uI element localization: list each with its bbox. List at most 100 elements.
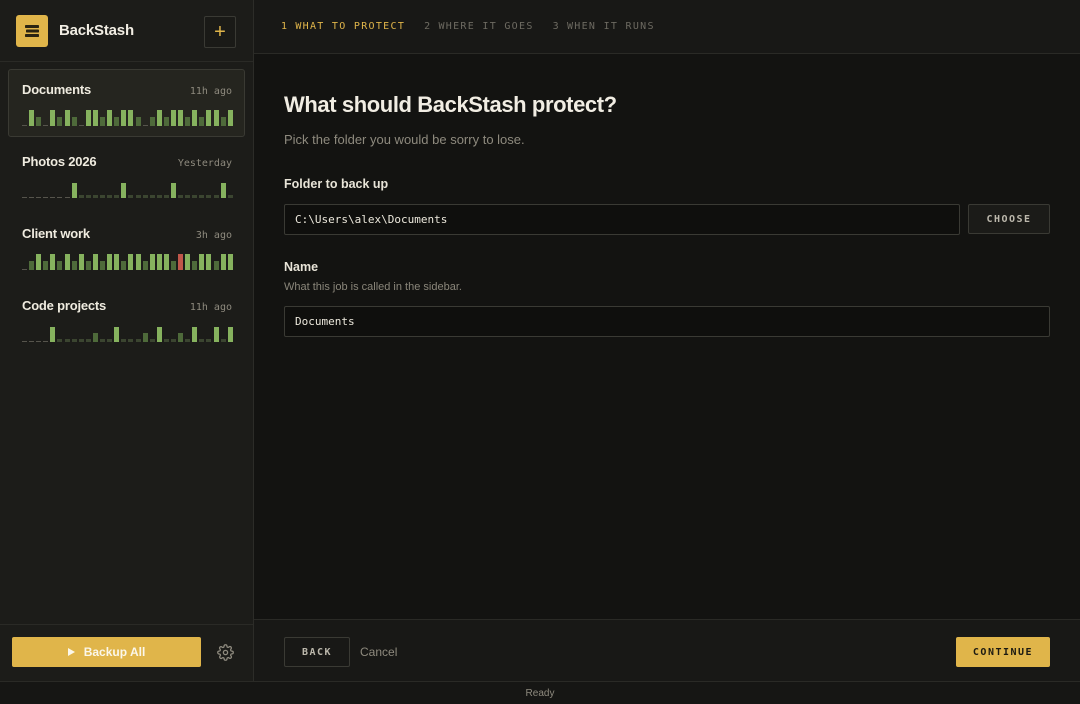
history-bar — [100, 261, 106, 270]
app-window: BackStash + Documents 11h ago Photos 202… — [0, 0, 1080, 681]
job-list: Documents 11h ago Photos 2026 Yesterday … — [8, 69, 245, 357]
folder-label: Folder to back up — [284, 177, 389, 191]
sidebar-header: BackStash + — [0, 0, 253, 62]
cancel-link[interactable]: Cancel — [360, 645, 397, 659]
history-bar — [92, 254, 98, 270]
step-number: 3 — [552, 21, 560, 32]
step-label: WHEN IT RUNS — [566, 21, 655, 32]
history-bar — [85, 110, 91, 126]
step-what-to-protect[interactable]: 1 WHAT TO PROTECT — [281, 21, 405, 32]
job-item-client-work[interactable]: Client work 3h ago — [8, 213, 245, 281]
history-bar — [156, 195, 162, 198]
history-bar — [71, 261, 77, 270]
history-bar — [57, 197, 63, 198]
history-bar — [206, 195, 212, 198]
step-where-it-goes[interactable]: 2 WHERE IT GOES — [424, 21, 534, 32]
history-bar — [78, 195, 84, 198]
history-bar — [227, 254, 233, 270]
step-number: 1 — [281, 21, 289, 32]
history-bar — [107, 110, 113, 126]
history-bar — [114, 195, 120, 198]
history-bar — [71, 117, 77, 126]
sidebar: BackStash + Documents 11h ago Photos 202… — [0, 0, 254, 681]
history-bar — [29, 341, 35, 342]
history-bar — [128, 254, 134, 270]
app-logo-icon — [16, 14, 48, 47]
history-bar — [170, 261, 176, 270]
history-bar — [85, 195, 91, 198]
history-bar — [78, 339, 84, 342]
history-bar — [199, 339, 205, 342]
history-bar — [199, 254, 205, 270]
history-bar — [107, 339, 113, 342]
history-bar — [185, 339, 191, 342]
history-bar — [29, 110, 35, 126]
history-bar — [29, 261, 35, 270]
status-bar: Ready — [0, 681, 1080, 704]
history-bar — [178, 195, 184, 198]
history-bar — [121, 183, 127, 198]
history-bar — [192, 261, 198, 270]
history-bar — [43, 197, 49, 198]
history-bar — [114, 117, 120, 126]
choose-folder-button[interactable]: CHOOSE — [968, 204, 1050, 234]
history-bar — [22, 269, 27, 270]
history-bar — [213, 261, 219, 270]
history-bar — [156, 327, 162, 342]
history-bar — [149, 254, 155, 270]
history-bar — [92, 195, 98, 198]
history-bar — [220, 183, 226, 198]
job-item-documents[interactable]: Documents 11h ago — [8, 69, 245, 137]
history-bar — [149, 117, 155, 126]
job-name: Client work — [22, 226, 90, 241]
history-bar — [50, 110, 56, 126]
history-bar — [57, 339, 63, 342]
history-bar — [114, 327, 120, 342]
job-last-run: Yesterday — [177, 158, 232, 169]
history-bar — [135, 339, 141, 342]
job-last-run: 3h ago — [195, 230, 232, 241]
history-bar — [78, 254, 84, 270]
back-button[interactable]: BACK — [284, 637, 350, 667]
history-bar — [128, 110, 134, 126]
history-bar — [43, 125, 49, 126]
history-bar — [227, 110, 233, 126]
backup-all-button[interactable]: Backup All — [12, 637, 201, 667]
job-name: Photos 2026 — [22, 154, 97, 169]
gear-icon[interactable] — [217, 644, 234, 661]
history-bar — [149, 339, 155, 342]
job-name-input[interactable] — [284, 306, 1050, 337]
history-bar — [206, 110, 212, 126]
history-bar — [36, 117, 42, 126]
backup-all-label: Backup All — [83, 645, 146, 659]
history-bar — [57, 117, 63, 126]
history-bar — [22, 197, 27, 198]
history-bar — [64, 197, 70, 198]
step-when-it-runs[interactable]: 3 WHEN IT RUNS — [553, 21, 655, 32]
job-last-run: 11h ago — [189, 302, 232, 313]
history-bar — [213, 110, 219, 126]
history-bar — [121, 261, 127, 270]
history-bar — [142, 261, 148, 270]
step-number: 2 — [424, 21, 432, 32]
history-bar — [178, 110, 184, 126]
job-item-code-projects[interactable]: Code projects 11h ago — [8, 285, 245, 353]
job-item-photos-2026[interactable]: Photos 2026 Yesterday — [8, 141, 245, 209]
history-bar — [85, 339, 91, 342]
history-bar — [156, 254, 162, 270]
continue-button[interactable]: CONTINUE — [956, 637, 1050, 667]
history-bar — [213, 327, 219, 342]
folder-path-input[interactable] — [284, 204, 960, 235]
name-label: Name — [284, 260, 319, 274]
history-bar — [22, 125, 27, 126]
history-bar — [135, 117, 141, 126]
add-job-button[interactable]: + — [204, 16, 236, 48]
history-bar — [100, 195, 106, 198]
history-bar — [199, 117, 205, 126]
wizard-content: What should BackStash protect? Pick the … — [284, 54, 1050, 337]
history-bar — [178, 333, 184, 342]
history-bar — [163, 117, 169, 126]
history-bar — [185, 254, 191, 270]
job-history-sparkline — [22, 108, 233, 126]
history-bar — [43, 341, 49, 342]
